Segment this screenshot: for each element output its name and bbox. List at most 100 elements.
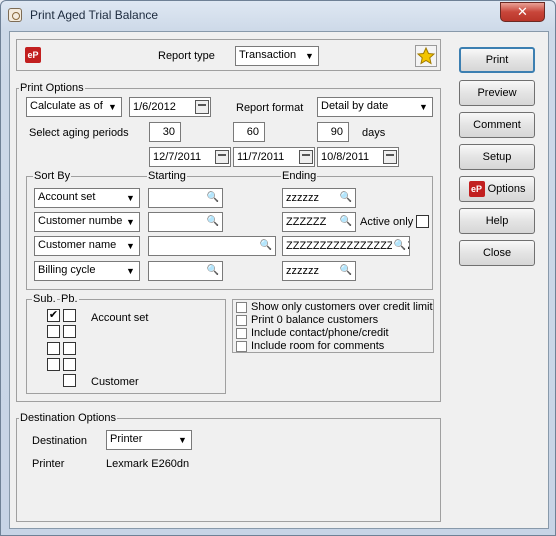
sort-4-ending-field[interactable]: zzzzzz 🔍 [282, 261, 356, 281]
subtotal-group: Sub. Pb. ✔ Account set Customer [26, 293, 226, 394]
help-button[interactable]: Help [459, 208, 535, 234]
over-credit-limit-label: Show only customers over credit limit [251, 301, 433, 313]
window-close-button[interactable]: ✕ [500, 2, 545, 22]
destination-options-panel: Destination Options Destination Printer … [16, 412, 441, 522]
period-3-date-field[interactable]: 10/8/2011 [317, 147, 399, 167]
period-2-date-field[interactable]: 11/7/2011 [233, 147, 315, 167]
print-options-label: Print Options [19, 82, 85, 94]
pb-account-set-checkbox[interactable] [63, 309, 76, 322]
period-1-date-value: 12/7/2011 [153, 151, 202, 163]
sort-by-label: Sort By [33, 170, 72, 182]
over-credit-limit-checkbox[interactable] [236, 302, 247, 313]
sort-4-starting-field[interactable]: 🔍 [148, 261, 223, 281]
lookup-icon[interactable]: 🔍 [205, 214, 221, 230]
aging-period-1-field[interactable]: 30 [149, 122, 181, 142]
calendar-icon[interactable] [215, 150, 229, 164]
pb-label: Pb. [60, 293, 79, 305]
as-of-date-value: 1/6/2012 [133, 101, 176, 113]
sort-2-ending-value: ZZZZZZ [286, 216, 327, 228]
comment-button[interactable]: Comment [459, 112, 535, 138]
destination-value: Printer [110, 433, 143, 445]
window-title: Print Aged Trial Balance [30, 8, 159, 22]
pb-row-2-checkbox[interactable] [63, 325, 76, 338]
sort-field-1-select[interactable]: Account set ▼ [34, 188, 140, 208]
pb-row-3-checkbox[interactable] [63, 342, 76, 355]
period-2-date-value: 11/7/2011 [237, 151, 285, 163]
pb-row-4-checkbox[interactable] [63, 358, 76, 371]
aging-period-3-field[interactable]: 90 [317, 122, 349, 142]
star-icon [416, 46, 436, 65]
calendar-icon[interactable] [383, 150, 397, 164]
report-flags-group: Show only customers over credit limit Pr… [232, 299, 434, 353]
sort-1-starting-field[interactable]: 🔍 [148, 188, 223, 208]
sort-1-ending-field[interactable]: zzzzzz 🔍 [282, 188, 356, 208]
ending-label: Ending [281, 170, 318, 182]
report-type-panel: eP Report type Transaction ▼ [16, 39, 441, 71]
setup-button[interactable]: Setup [459, 144, 535, 170]
period-3-date-value: 10/8/2011 [321, 151, 370, 163]
lookup-icon[interactable]: 🔍 [338, 214, 354, 230]
lookup-icon[interactable]: 🔍 [205, 190, 221, 206]
sort-by-group: Sort By Starting Ending Account set ▼ 🔍 … [26, 170, 433, 290]
lookup-icon[interactable]: 🔍 [258, 238, 274, 254]
options-button-label: Options [487, 183, 526, 195]
destination-label: Destination [32, 435, 88, 447]
sort-field-2-value: Customer number [38, 215, 127, 227]
contact-phone-credit-label: Include contact/phone/credit [251, 327, 389, 339]
lookup-icon[interactable]: 🔍 [205, 263, 221, 279]
print-button[interactable]: Print [459, 47, 535, 73]
as-of-date-field[interactable]: 1/6/2012 [129, 97, 211, 117]
active-only-checkbox[interactable] [416, 215, 429, 228]
app-icon [8, 8, 22, 22]
dialog-window: Print Aged Trial Balance ✕ eP Report typ… [0, 0, 556, 536]
period-1-date-field[interactable]: 12/7/2011 [149, 147, 231, 167]
sort-field-2-select[interactable]: Customer number ▼ [34, 212, 140, 232]
active-only-label: Active only [360, 216, 414, 228]
lookup-icon[interactable]: 🔍 [338, 190, 354, 206]
calendar-icon[interactable] [195, 100, 209, 114]
aging-period-2-field[interactable]: 60 [233, 122, 265, 142]
contact-phone-credit-checkbox[interactable] [236, 328, 247, 339]
sort-2-starting-field[interactable]: 🔍 [148, 212, 223, 232]
printer-label: Printer [32, 458, 65, 470]
chevron-down-icon: ▼ [122, 262, 139, 280]
zero-balance-checkbox[interactable] [236, 315, 247, 326]
room-for-comments-checkbox[interactable] [236, 341, 247, 352]
sort-2-ending-field[interactable]: ZZZZZZ 🔍 [282, 212, 356, 232]
print-options-panel: Print Options Calculate as of ▼ 1/6/2012… [16, 82, 441, 402]
sub-account-set-checkbox[interactable]: ✔ [47, 309, 60, 322]
lookup-icon[interactable]: 🔍 [392, 238, 408, 254]
room-for-comments-label: Include room for comments [251, 340, 385, 352]
chevron-down-icon: ▼ [104, 98, 121, 116]
pb-customer-checkbox[interactable] [63, 374, 76, 387]
sub-row-3-checkbox[interactable] [47, 342, 60, 355]
destination-select[interactable]: Printer ▼ [106, 430, 192, 450]
report-format-select[interactable]: Detail by date ▼ [317, 97, 433, 117]
report-type-label: Report type [158, 50, 215, 62]
sub-label: Sub. [32, 293, 57, 305]
favorite-button[interactable] [415, 45, 437, 67]
sort-1-ending-value: zzzzzz [286, 192, 319, 204]
sort-field-4-select[interactable]: Billing cycle ▼ [34, 261, 140, 281]
sort-3-starting-field[interactable]: 🔍 [148, 236, 276, 256]
chevron-down-icon: ▼ [415, 98, 432, 116]
sub-row-4-checkbox[interactable] [47, 358, 60, 371]
preview-button[interactable]: Preview [459, 80, 535, 106]
destination-options-label: Destination Options [19, 412, 117, 424]
zero-balance-label: Print 0 balance customers [251, 314, 379, 326]
lookup-icon[interactable]: 🔍 [338, 263, 354, 279]
calculate-as-of-select[interactable]: Calculate as of ▼ [26, 97, 122, 117]
starting-label: Starting [147, 170, 187, 182]
report-type-select[interactable]: Transaction ▼ [235, 46, 319, 66]
sort-3-ending-field[interactable]: ZZZZZZZZZZZZZZZZZZZ 🔍 [282, 236, 410, 256]
sub-row-2-checkbox[interactable] [47, 325, 60, 338]
chevron-down-icon: ▼ [122, 213, 139, 231]
printer-value: Lexmark E260dn [106, 458, 190, 470]
options-button[interactable]: eP Options [459, 176, 535, 202]
sort-field-4-value: Billing cycle [38, 264, 96, 276]
account-set-subtotal-label: Account set [91, 312, 149, 324]
close-button[interactable]: Close [459, 240, 535, 266]
sort-field-3-select[interactable]: Customer name ▼ [34, 236, 140, 256]
report-format-label: Report format [236, 102, 304, 114]
calendar-icon[interactable] [299, 150, 313, 164]
